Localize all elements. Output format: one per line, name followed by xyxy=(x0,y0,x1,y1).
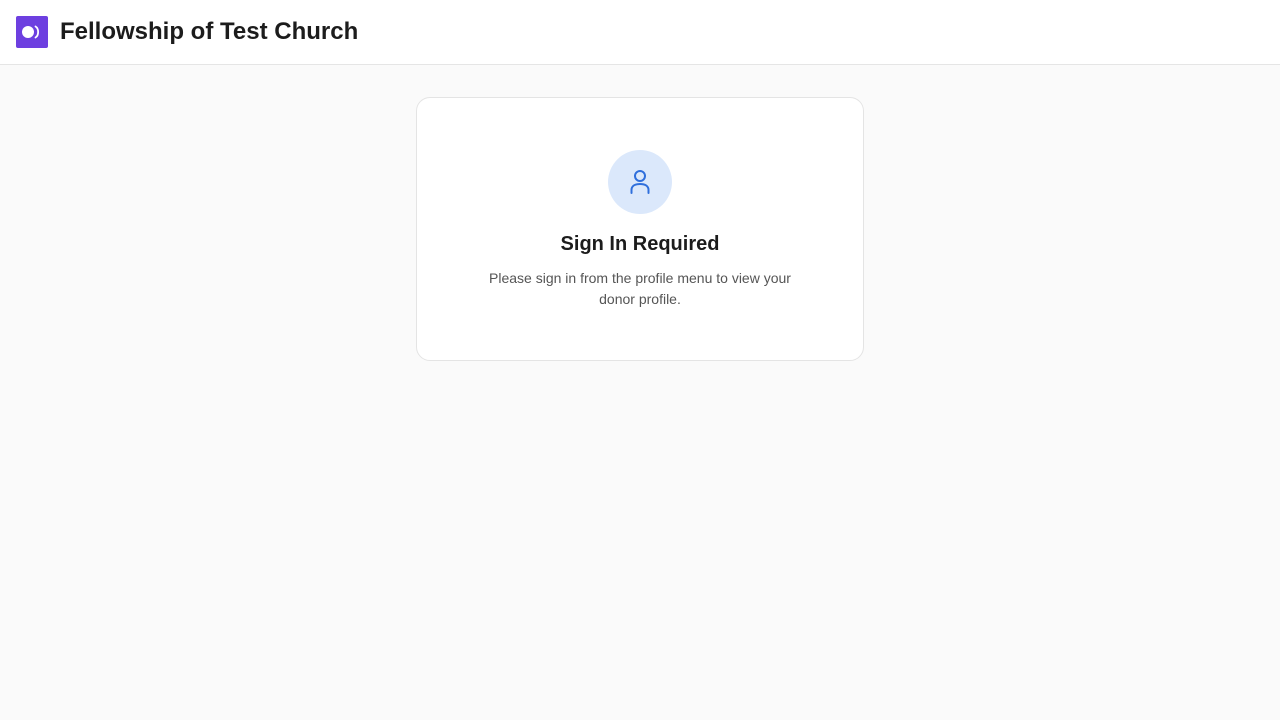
sign-in-required-card: Sign In Required Please sign in from the… xyxy=(416,97,864,361)
church-logo-icon[interactable] xyxy=(16,16,48,48)
card-message: Please sign in from the profile menu to … xyxy=(489,270,791,307)
card-title: Sign In Required xyxy=(560,233,720,255)
app-title: Fellowship of Test Church xyxy=(60,18,359,45)
app-header: Fellowship of Test Church xyxy=(0,0,1280,65)
user-icon xyxy=(608,150,672,214)
